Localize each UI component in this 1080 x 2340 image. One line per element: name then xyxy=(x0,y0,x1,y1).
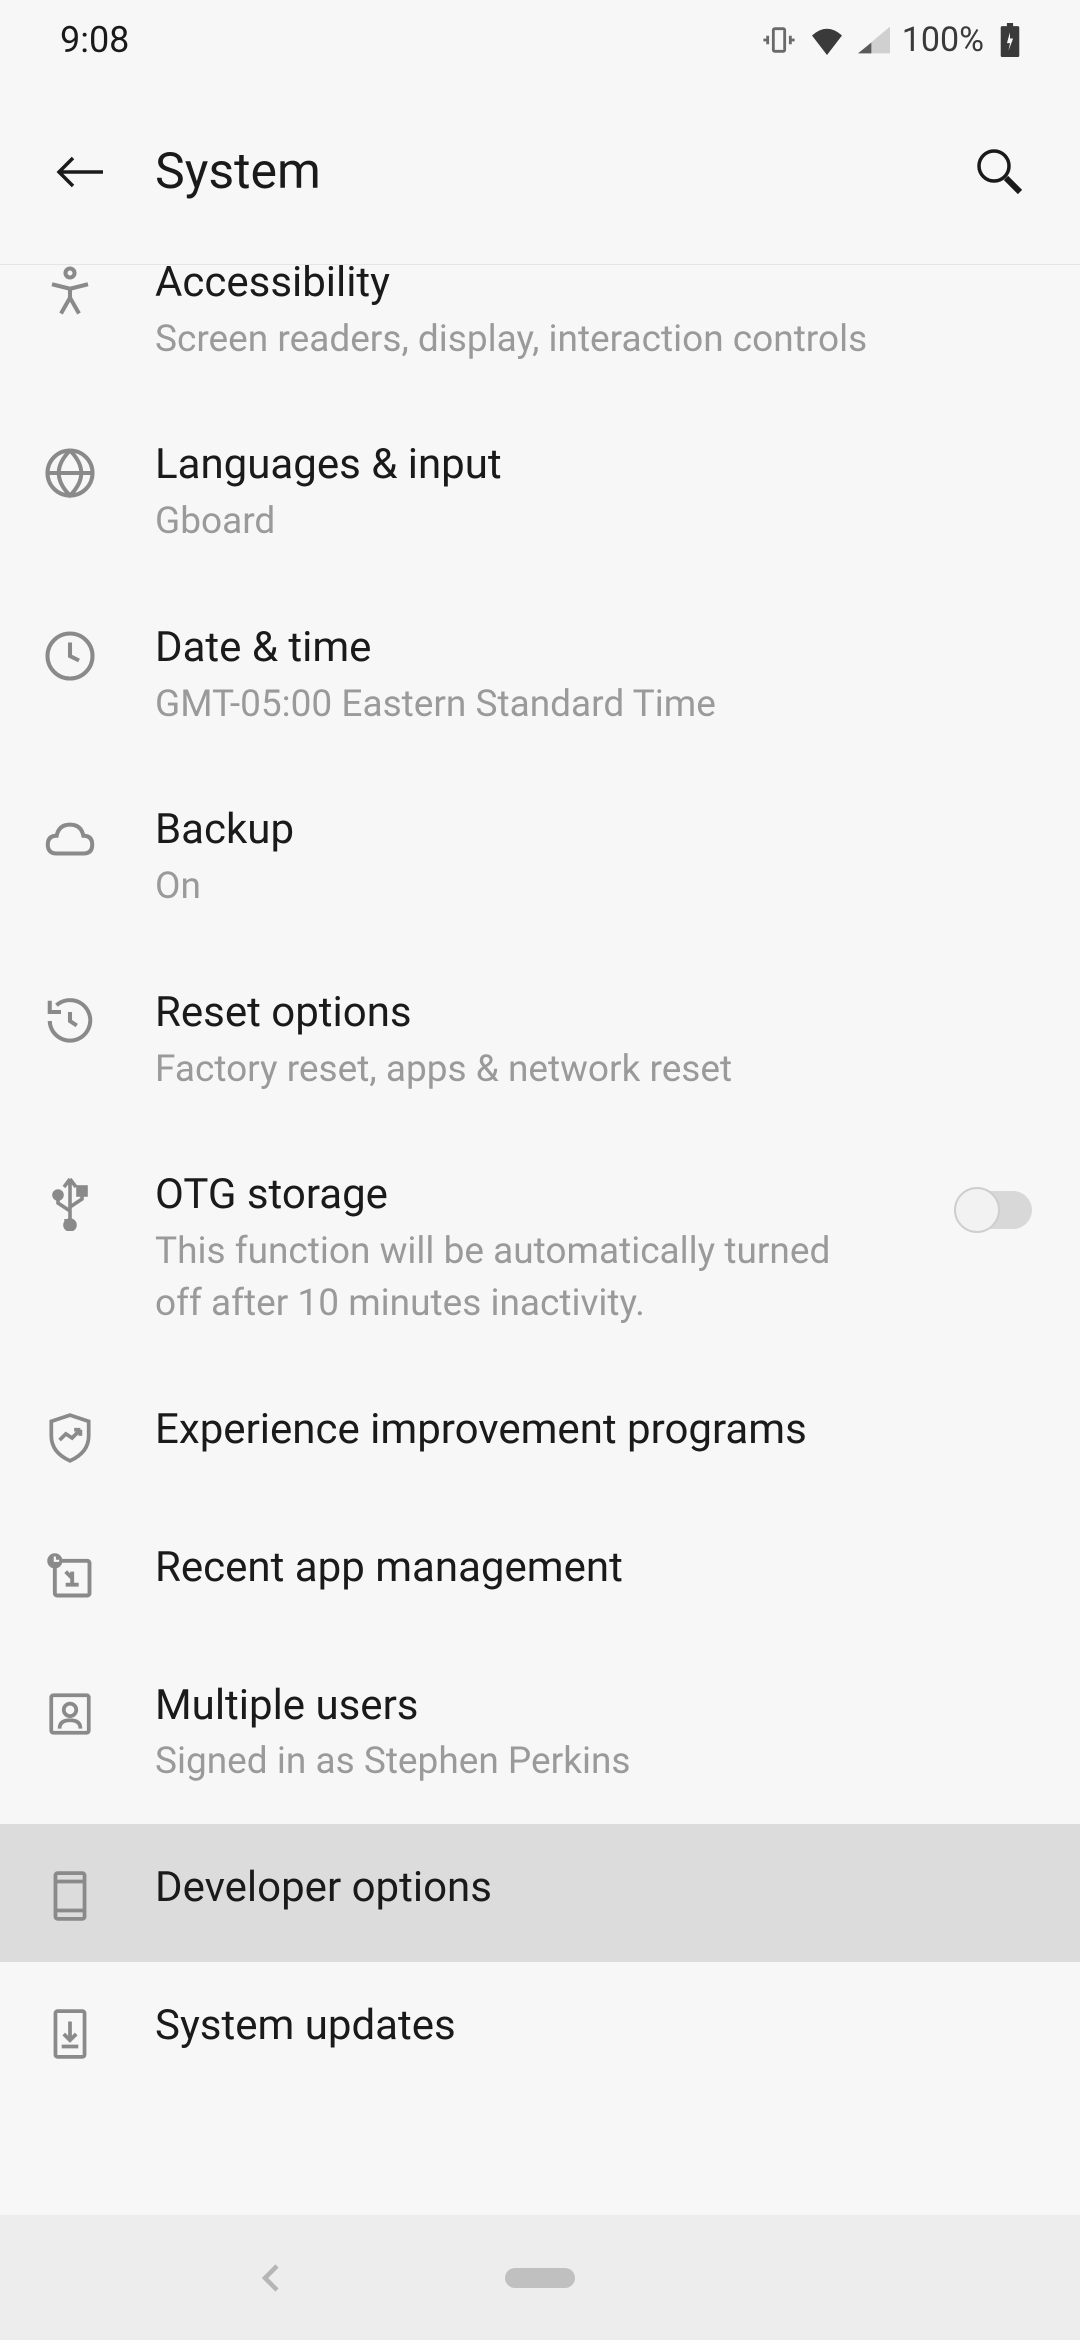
list-item-updates[interactable]: System updates xyxy=(0,1962,1080,2100)
wifi-icon xyxy=(808,25,846,55)
list-item-experience[interactable]: Experience improvement programs xyxy=(0,1366,1080,1504)
search-button[interactable] xyxy=(970,142,1030,202)
status-icons: 100% xyxy=(762,20,1020,60)
signal-icon xyxy=(858,25,890,55)
item-title: Reset options xyxy=(155,985,1040,1042)
back-button[interactable] xyxy=(50,142,110,202)
item-subtitle: Screen readers, display, interaction con… xyxy=(155,314,1040,366)
status-bar: 9:08 100% xyxy=(0,0,1080,80)
page-title: System xyxy=(155,143,970,201)
chevron-left-icon xyxy=(260,2263,282,2293)
battery-icon xyxy=(1000,23,1020,57)
item-title: Developer options xyxy=(155,1860,1040,1917)
shield-trend-icon xyxy=(40,1408,100,1468)
navigation-bar xyxy=(0,2215,1080,2340)
item-title: Accessibility xyxy=(155,265,1040,312)
recent-app-icon xyxy=(40,1546,100,1606)
download-phone-icon xyxy=(40,2004,100,2064)
item-title: Languages & input xyxy=(155,437,1040,494)
item-subtitle: Gboard xyxy=(155,496,1040,548)
list-item-reset[interactable]: Reset options Factory reset, apps & netw… xyxy=(0,949,1080,1131)
list-item-users[interactable]: Multiple users Signed in as Stephen Perk… xyxy=(0,1642,1080,1824)
item-title: Date & time xyxy=(155,620,1040,677)
battery-percent: 100% xyxy=(902,20,984,60)
vibrate-icon xyxy=(762,23,796,57)
item-title: System updates xyxy=(155,1998,1040,2055)
arrow-left-icon xyxy=(55,154,105,190)
list-item-accessibility[interactable]: Accessibility Screen readers, display, i… xyxy=(0,265,1080,401)
search-icon xyxy=(974,146,1026,198)
status-time: 9:08 xyxy=(60,19,129,61)
list-item-otg[interactable]: OTG storage This function will be automa… xyxy=(0,1131,1080,1365)
item-title: OTG storage xyxy=(155,1167,934,1224)
nav-back-button[interactable] xyxy=(260,2263,282,2293)
item-title: Recent app management xyxy=(155,1540,1040,1597)
list-item-developer[interactable]: Developer options xyxy=(0,1824,1080,1962)
settings-list: Accessibility Screen readers, display, i… xyxy=(0,265,1080,2100)
globe-icon xyxy=(40,443,100,503)
clock-icon xyxy=(40,626,100,686)
header: System xyxy=(0,80,1080,265)
cloud-icon xyxy=(40,808,100,868)
nav-home-pill[interactable] xyxy=(505,2268,575,2288)
item-subtitle: Signed in as Stephen Perkins xyxy=(155,1736,1040,1788)
accessibility-icon xyxy=(40,265,100,321)
otg-toggle[interactable] xyxy=(954,1187,1040,1233)
item-subtitle: GMT-05:00 Eastern Standard Time xyxy=(155,679,1040,731)
item-subtitle: Factory reset, apps & network reset xyxy=(155,1044,1040,1096)
user-icon xyxy=(40,1684,100,1744)
item-title: Experience improvement programs xyxy=(155,1402,1040,1459)
item-subtitle: This function will be automatically turn… xyxy=(155,1226,855,1330)
item-title: Backup xyxy=(155,802,1040,859)
usb-icon xyxy=(40,1173,100,1233)
phone-icon xyxy=(40,1866,100,1926)
list-item-backup[interactable]: Backup On xyxy=(0,766,1080,948)
history-icon xyxy=(40,991,100,1051)
list-item-languages[interactable]: Languages & input Gboard xyxy=(0,401,1080,583)
item-title: Multiple users xyxy=(155,1678,1040,1735)
item-subtitle: On xyxy=(155,861,1040,913)
list-item-datetime[interactable]: Date & time GMT-05:00 Eastern Standard T… xyxy=(0,584,1080,766)
list-item-recent-apps[interactable]: Recent app management xyxy=(0,1504,1080,1642)
